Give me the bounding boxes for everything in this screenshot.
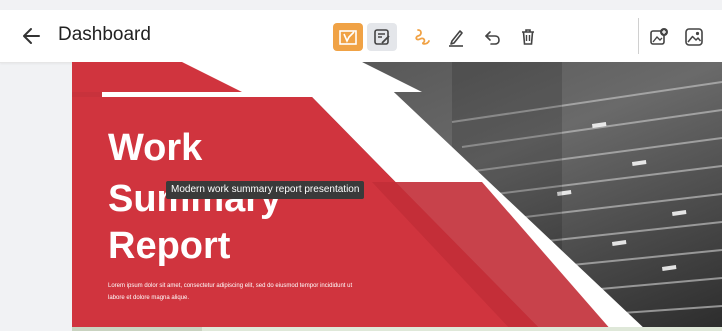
gesture-icon bbox=[415, 29, 430, 45]
delete-button[interactable] bbox=[513, 23, 543, 51]
image-button[interactable] bbox=[679, 23, 709, 51]
next-slide-thumbnail-edge bbox=[72, 327, 202, 331]
add-image-button[interactable] bbox=[644, 23, 674, 51]
undo-button[interactable] bbox=[478, 23, 508, 51]
arrow-left-icon bbox=[23, 28, 40, 44]
slide-title-line-3: Report bbox=[108, 225, 231, 267]
pen-button[interactable] bbox=[441, 23, 471, 51]
slide-title-line-1: Work bbox=[108, 127, 203, 169]
top-toolbar: Dashboard bbox=[0, 10, 722, 63]
undo-icon bbox=[485, 31, 500, 45]
trash-icon bbox=[522, 29, 534, 45]
tooltip: Modern work summary report presentation bbox=[166, 181, 365, 199]
gesture-button[interactable] bbox=[408, 23, 438, 51]
frame-pen-icon bbox=[339, 30, 357, 45]
image-plus-icon bbox=[650, 28, 668, 45]
slide-body-text: Lorem ipsum dolor sit amet, consectetur … bbox=[108, 283, 353, 301]
notes-button[interactable] bbox=[367, 23, 397, 51]
toolbar-divider bbox=[638, 18, 639, 54]
note-edit-icon bbox=[374, 29, 390, 45]
slide-edit-button[interactable] bbox=[333, 23, 363, 51]
image-icon bbox=[685, 28, 703, 46]
pen-icon bbox=[449, 30, 463, 47]
page-title: Dashboard bbox=[58, 24, 151, 45]
back-button[interactable] bbox=[19, 24, 45, 48]
